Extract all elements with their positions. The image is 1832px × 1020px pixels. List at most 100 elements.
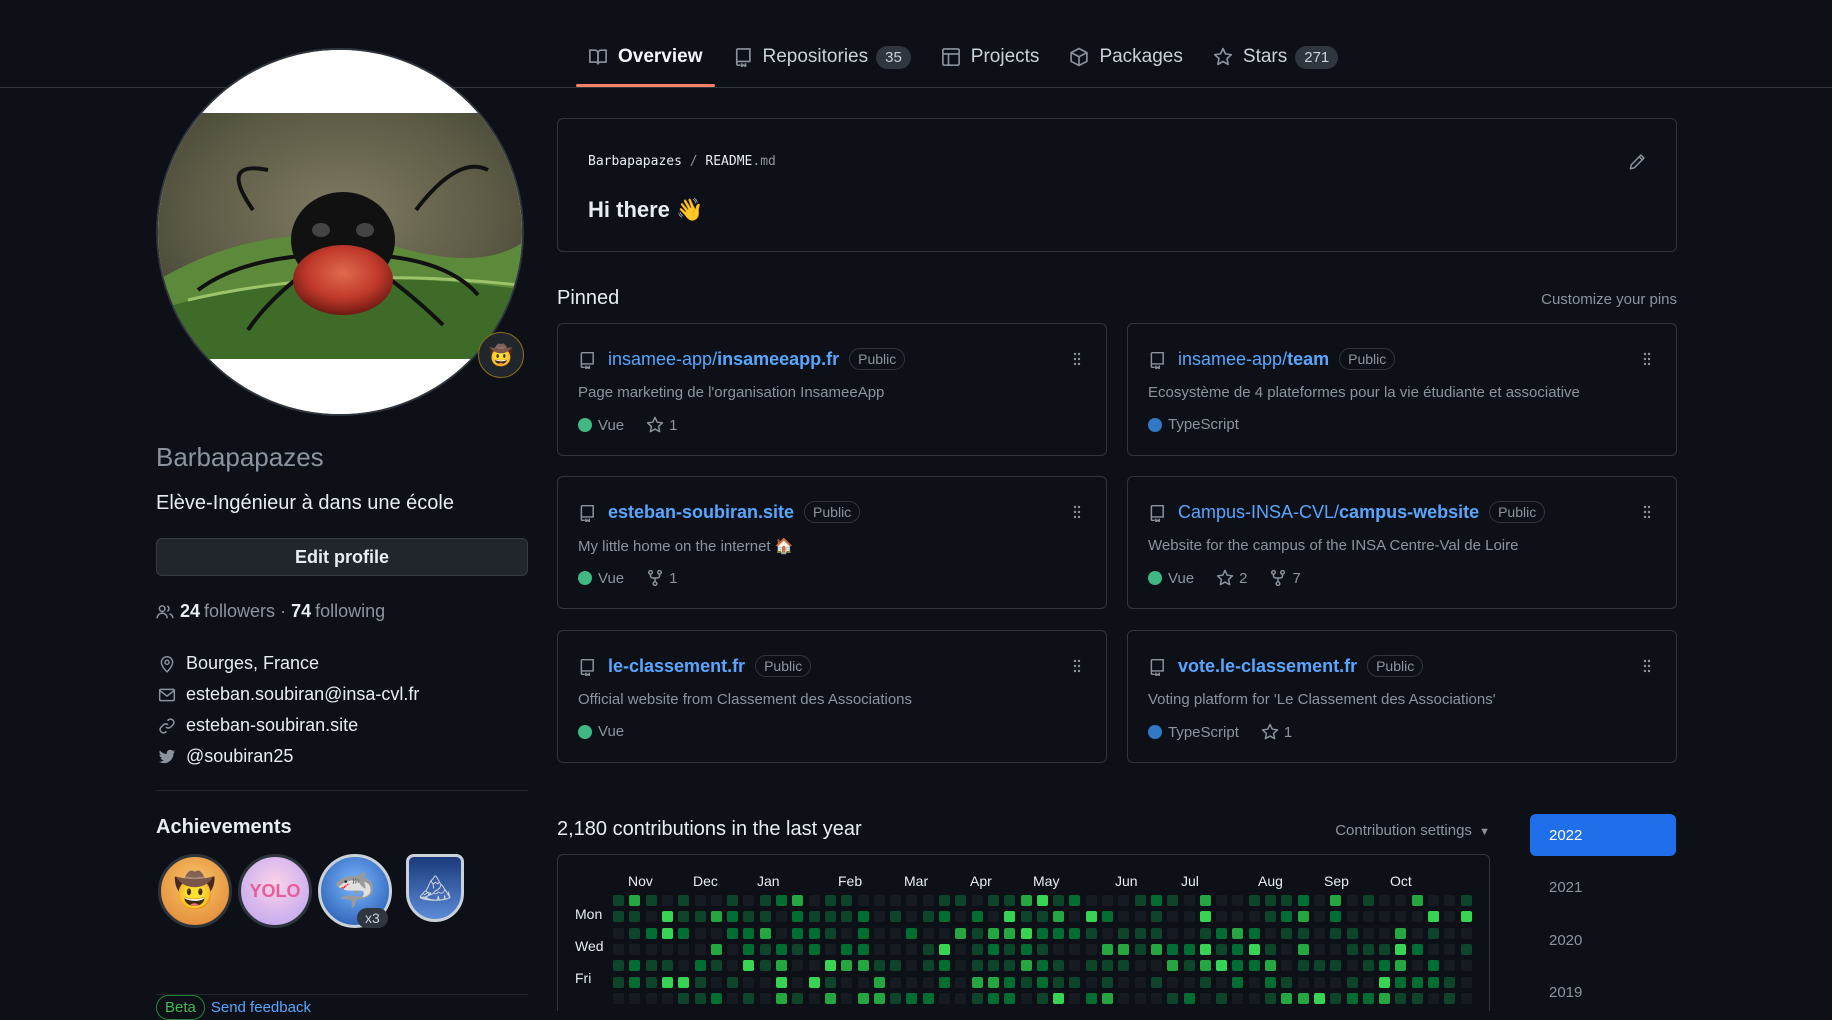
- contribution-day[interactable]: [841, 992, 853, 1004]
- contribution-day[interactable]: [1248, 960, 1260, 972]
- contribution-day[interactable]: [1036, 895, 1048, 906]
- contribution-day[interactable]: [1199, 911, 1211, 923]
- contribution-day[interactable]: [841, 895, 853, 906]
- contribution-day[interactable]: [890, 943, 902, 955]
- repo-forks[interactable]: 7: [1269, 569, 1301, 587]
- contribution-day[interactable]: [792, 911, 804, 923]
- contribution-day[interactable]: [1265, 960, 1276, 972]
- contribution-day[interactable]: [987, 992, 999, 1004]
- contribution-day[interactable]: [1362, 976, 1374, 988]
- contribution-day[interactable]: [922, 976, 934, 988]
- contribution-day[interactable]: [1167, 992, 1179, 1004]
- contribution-day[interactable]: [1346, 992, 1358, 1004]
- contribution-day[interactable]: [922, 992, 934, 1004]
- repo-stars[interactable]: 1: [1261, 723, 1292, 741]
- contribution-day[interactable]: [661, 976, 673, 988]
- contribution-day[interactable]: [1134, 992, 1146, 1004]
- contribution-day[interactable]: [1183, 895, 1195, 906]
- contribution-day[interactable]: [743, 911, 755, 923]
- contribution-day[interactable]: [1362, 927, 1374, 939]
- contribution-day[interactable]: [1248, 911, 1260, 923]
- contribution-day[interactable]: [939, 911, 950, 923]
- contribution-day[interactable]: [1313, 927, 1325, 939]
- contribution-day[interactable]: [1053, 895, 1065, 906]
- contribution-day[interactable]: [1444, 992, 1456, 1004]
- contribution-day[interactable]: [1362, 895, 1374, 906]
- contribution-day[interactable]: [1085, 960, 1097, 972]
- contribution-day[interactable]: [678, 911, 690, 923]
- contribution-day[interactable]: [759, 960, 771, 972]
- contribution-day[interactable]: [1281, 992, 1293, 1004]
- contribution-day[interactable]: [1281, 911, 1293, 923]
- contribution-day[interactable]: [792, 992, 804, 1004]
- contribution-day[interactable]: [694, 976, 706, 988]
- contribution-day[interactable]: [792, 960, 804, 972]
- contribution-day[interactable]: [1444, 960, 1456, 972]
- contribution-day[interactable]: [613, 943, 624, 955]
- contribution-day[interactable]: [1297, 895, 1309, 906]
- contribution-day[interactable]: [873, 895, 885, 906]
- contribution-day[interactable]: [1216, 960, 1228, 972]
- repo-stars[interactable]: 2: [1216, 569, 1247, 587]
- contribution-day[interactable]: [710, 943, 722, 955]
- contribution-day[interactable]: [955, 911, 967, 923]
- contribution-day[interactable]: [776, 911, 787, 923]
- contribution-day[interactable]: [1460, 976, 1472, 988]
- contribution-day[interactable]: [710, 911, 722, 923]
- contribution-day[interactable]: [645, 895, 657, 906]
- contribution-day[interactable]: [971, 943, 983, 955]
- contribution-day[interactable]: [694, 992, 706, 1004]
- contribution-day[interactable]: [939, 895, 950, 906]
- contribution-day[interactable]: [1053, 992, 1065, 1004]
- contribution-day[interactable]: [857, 992, 869, 1004]
- contribution-day[interactable]: [661, 927, 673, 939]
- contribution-day[interactable]: [1102, 960, 1113, 972]
- contribution-day[interactable]: [987, 911, 999, 923]
- contribution-day[interactable]: [824, 927, 836, 939]
- contribution-day[interactable]: [1216, 911, 1228, 923]
- contribution-day[interactable]: [841, 960, 853, 972]
- grabber-icon[interactable]: [1070, 504, 1084, 520]
- tab-projects[interactable]: Projects: [929, 30, 1052, 84]
- contribution-day[interactable]: [873, 960, 885, 972]
- contribution-day[interactable]: [710, 960, 722, 972]
- contribution-day[interactable]: [841, 927, 853, 939]
- contribution-day[interactable]: [1313, 895, 1325, 906]
- contribution-day[interactable]: [1379, 895, 1391, 906]
- contribution-day[interactable]: [906, 976, 918, 988]
- contribution-day[interactable]: [890, 976, 902, 988]
- contribution-day[interactable]: [906, 911, 918, 923]
- contribution-day[interactable]: [678, 976, 690, 988]
- contribution-day[interactable]: [1118, 927, 1130, 939]
- contribution-day[interactable]: [1167, 911, 1179, 923]
- contribution-day[interactable]: [1297, 911, 1309, 923]
- contribution-day[interactable]: [727, 911, 739, 923]
- contribution-day[interactable]: [1428, 911, 1439, 923]
- contribution-day[interactable]: [1265, 895, 1276, 906]
- contribution-day[interactable]: [1248, 927, 1260, 939]
- contribution-day[interactable]: [1216, 943, 1228, 955]
- contribution-day[interactable]: [1444, 943, 1456, 955]
- contribution-day[interactable]: [1346, 943, 1358, 955]
- contribution-day[interactable]: [1428, 943, 1439, 955]
- contribution-day[interactable]: [906, 992, 918, 1004]
- repo-link[interactable]: le-classement.fr Public: [608, 655, 812, 677]
- contribution-day[interactable]: [906, 960, 918, 972]
- contribution-day[interactable]: [824, 911, 836, 923]
- contribution-day[interactable]: [1395, 960, 1407, 972]
- contribution-day[interactable]: [1232, 911, 1244, 923]
- repo-forks[interactable]: 1: [646, 569, 677, 587]
- contribution-day[interactable]: [1167, 943, 1179, 955]
- contribution-day[interactable]: [841, 943, 853, 955]
- contribution-day[interactable]: [1346, 960, 1358, 972]
- contribution-day[interactable]: [1411, 895, 1423, 906]
- contribution-day[interactable]: [1362, 943, 1374, 955]
- tab-packages[interactable]: Packages: [1057, 30, 1194, 84]
- contribution-day[interactable]: [645, 992, 657, 1004]
- contribution-day[interactable]: [645, 943, 657, 955]
- contribution-day[interactable]: [987, 895, 999, 906]
- contribution-day[interactable]: [792, 927, 804, 939]
- contribution-day[interactable]: [1036, 943, 1048, 955]
- contribution-day[interactable]: [759, 911, 771, 923]
- contribution-day[interactable]: [1118, 943, 1130, 955]
